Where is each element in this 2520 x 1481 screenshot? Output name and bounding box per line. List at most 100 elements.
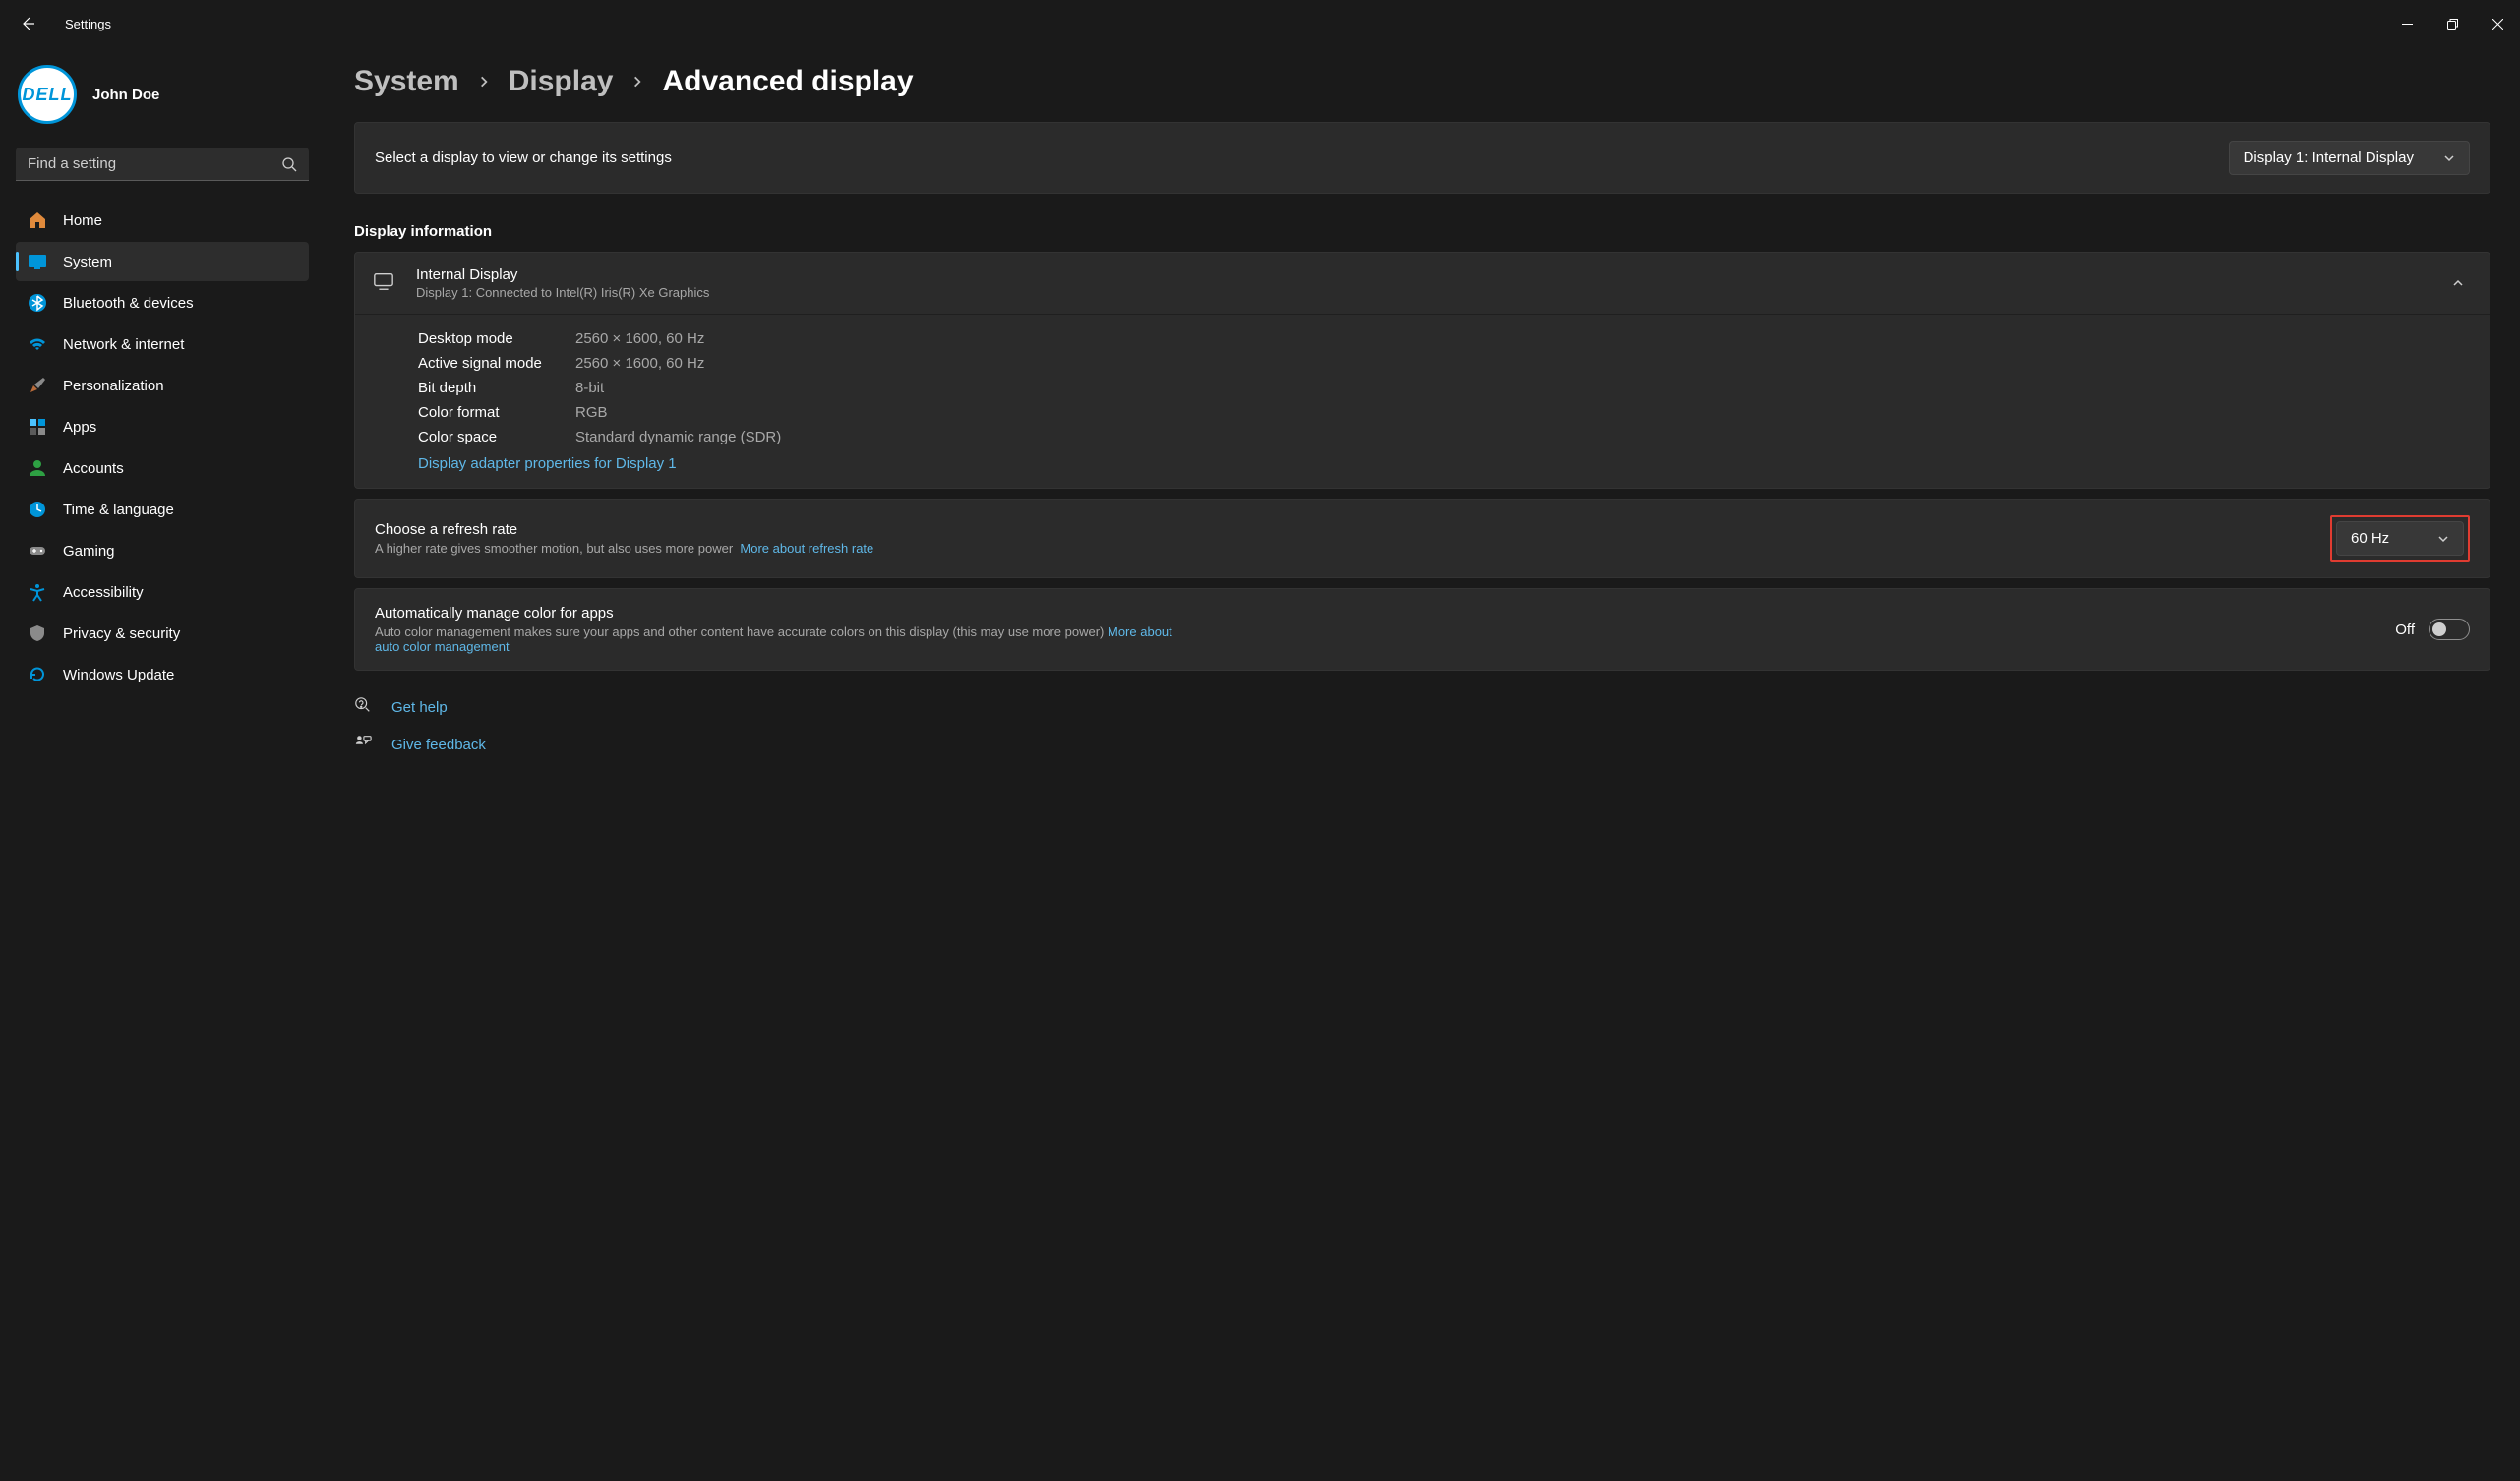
display-info-body: Desktop mode 2560 × 1600, 60 Hz Active s… — [355, 314, 2490, 488]
sidebar-item-gaming[interactable]: Gaming — [16, 531, 309, 570]
sidebar-item-personalization[interactable]: Personalization — [16, 366, 309, 405]
get-help-link[interactable]: Get help — [354, 696, 2490, 718]
back-button[interactable] — [18, 14, 37, 33]
chevron-down-icon — [2437, 533, 2449, 545]
sidebar-item-label: Network & internet — [63, 336, 184, 353]
refresh-rate-panel: Choose a refresh rate A higher rate give… — [354, 499, 2490, 578]
sidebar: DELL John Doe Home System B — [0, 47, 325, 1481]
select-display-prompt: Select a display to view or change its s… — [375, 149, 672, 166]
sidebar-item-privacy[interactable]: Privacy & security — [16, 614, 309, 653]
display-info-subtitle: Display 1: Connected to Intel(R) Iris(R)… — [416, 285, 709, 300]
footer-links: Get help Give feedback — [354, 696, 2490, 755]
sidebar-item-network[interactable]: Network & internet — [16, 325, 309, 364]
monitor-icon — [373, 270, 394, 296]
refresh-rate-more-link[interactable]: More about refresh rate — [740, 541, 873, 556]
refresh-rate-subtitle: A higher rate gives smoother motion, but… — [375, 541, 733, 556]
refresh-rate-value: 60 Hz — [2351, 530, 2389, 547]
breadcrumb-system[interactable]: System — [354, 65, 459, 98]
sidebar-item-system[interactable]: System — [16, 242, 309, 281]
sidebar-item-apps[interactable]: Apps — [16, 407, 309, 446]
shield-icon — [28, 623, 47, 643]
color-format-label: Color format — [418, 404, 575, 421]
sidebar-item-label: Gaming — [63, 543, 115, 560]
gamepad-icon — [28, 541, 47, 561]
sidebar-item-label: System — [63, 254, 112, 270]
sidebar-item-label: Personalization — [63, 378, 164, 394]
sidebar-item-time-language[interactable]: Time & language — [16, 490, 309, 529]
chevron-right-icon — [630, 75, 644, 89]
avatar: DELL — [18, 65, 77, 124]
display-info-title: Internal Display — [416, 267, 709, 283]
accessibility-icon — [28, 582, 47, 602]
bit-depth-value: 8-bit — [575, 380, 2470, 396]
bluetooth-icon — [28, 293, 47, 313]
nav: Home System Bluetooth & devices Network … — [16, 201, 309, 694]
color-format-value: RGB — [575, 404, 2470, 421]
sidebar-item-label: Accessibility — [63, 584, 144, 601]
close-icon — [2492, 19, 2503, 30]
auto-color-subtitle: Auto color management makes sure your ap… — [375, 624, 1104, 639]
breadcrumb-display[interactable]: Display — [509, 65, 614, 98]
display-selector-value: Display 1: Internal Display — [2244, 149, 2414, 166]
sidebar-item-label: Time & language — [63, 502, 174, 518]
sidebar-item-label: Windows Update — [63, 667, 174, 683]
active-signal-mode-label: Active signal mode — [418, 355, 575, 372]
sidebar-item-bluetooth[interactable]: Bluetooth & devices — [16, 283, 309, 323]
auto-color-title: Automatically manage color for apps — [375, 605, 1181, 622]
search-box[interactable] — [16, 148, 309, 181]
breadcrumb-current: Advanced display — [662, 65, 913, 98]
auto-color-panel: Automatically manage color for apps Auto… — [354, 588, 2490, 671]
apps-icon — [28, 417, 47, 437]
sidebar-item-accounts[interactable]: Accounts — [16, 448, 309, 488]
give-feedback-label: Give feedback — [391, 737, 486, 753]
get-help-label: Get help — [391, 699, 448, 716]
refresh-rate-dropdown[interactable]: 60 Hz — [2336, 521, 2464, 556]
sidebar-item-home[interactable]: Home — [16, 201, 309, 240]
section-heading: Display information — [354, 223, 2490, 240]
maximize-button[interactable] — [2430, 8, 2475, 39]
main-content: System Display Advanced display Select a… — [325, 47, 2520, 1481]
avatar-label: DELL — [23, 85, 73, 105]
sidebar-item-label: Bluetooth & devices — [63, 295, 194, 312]
sidebar-item-label: Accounts — [63, 460, 124, 477]
paintbrush-icon — [28, 376, 47, 395]
sidebar-item-label: Apps — [63, 419, 96, 436]
give-feedback-link[interactable]: Give feedback — [354, 734, 2490, 755]
sidebar-item-windows-update[interactable]: Windows Update — [16, 655, 309, 694]
titlebar: Settings — [0, 0, 2520, 47]
chevron-right-icon — [477, 75, 491, 89]
color-space-label: Color space — [418, 429, 575, 445]
auto-color-state-label: Off — [2395, 622, 2415, 638]
wifi-icon — [28, 334, 47, 354]
display-info-header[interactable]: Internal Display Display 1: Connected to… — [355, 253, 2490, 314]
chevron-up-icon — [2452, 277, 2464, 289]
active-signal-mode-value: 2560 × 1600, 60 Hz — [575, 355, 2470, 372]
sidebar-item-label: Privacy & security — [63, 625, 180, 642]
bit-depth-label: Bit depth — [418, 380, 575, 396]
refresh-rate-title: Choose a refresh rate — [375, 521, 873, 538]
display-info-panel: Internal Display Display 1: Connected to… — [354, 252, 2490, 489]
update-icon — [28, 665, 47, 684]
display-adapter-link[interactable]: Display adapter properties for Display 1 — [418, 455, 677, 472]
help-icon — [354, 696, 372, 718]
sidebar-item-accessibility[interactable]: Accessibility — [16, 572, 309, 612]
minimize-button[interactable] — [2384, 8, 2430, 39]
user-name: John Doe — [92, 87, 159, 103]
color-space-value: Standard dynamic range (SDR) — [575, 429, 2470, 445]
desktop-mode-label: Desktop mode — [418, 330, 575, 347]
chevron-down-icon — [2443, 152, 2455, 164]
person-icon — [28, 458, 47, 478]
user-profile[interactable]: DELL John Doe — [16, 59, 309, 142]
search-icon — [281, 156, 297, 172]
close-button[interactable] — [2475, 8, 2520, 39]
display-selector-dropdown[interactable]: Display 1: Internal Display — [2229, 141, 2470, 175]
feedback-icon — [354, 734, 372, 755]
select-display-panel: Select a display to view or change its s… — [354, 122, 2490, 194]
home-icon — [28, 210, 47, 230]
breadcrumb: System Display Advanced display — [354, 65, 2490, 98]
clock-globe-icon — [28, 500, 47, 519]
auto-color-toggle[interactable] — [2429, 619, 2470, 640]
minimize-icon — [2402, 19, 2413, 30]
search-input[interactable] — [16, 148, 309, 180]
refresh-rate-highlight: 60 Hz — [2330, 515, 2470, 562]
